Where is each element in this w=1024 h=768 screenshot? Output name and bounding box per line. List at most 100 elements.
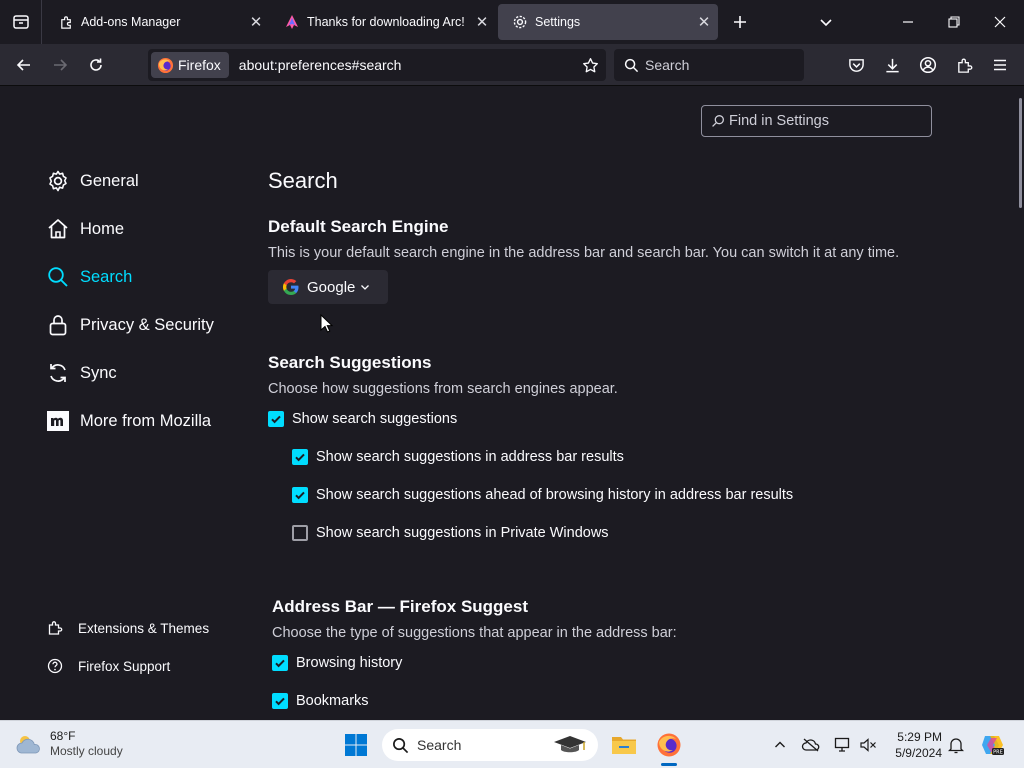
default-engine-dropdown[interactable]: Google <box>268 270 388 304</box>
firefox-support-link[interactable]: Firefox Support <box>46 654 170 678</box>
pocket-button[interactable] <box>840 49 872 81</box>
search-icon <box>711 114 725 128</box>
system-clock[interactable]: 5:29 PM 5/9/2024 <box>888 729 942 761</box>
tab-title: Settings <box>535 15 581 29</box>
onedrive-tray-icon[interactable] <box>801 735 821 755</box>
start-button[interactable] <box>338 727 374 763</box>
close-tab-icon[interactable]: ✕ <box>690 8 718 36</box>
category-more-from-mozilla[interactable]: More from Mozilla <box>46 401 211 441</box>
checkbox-unchecked-icon[interactable] <box>292 525 308 541</box>
minimize-button[interactable] <box>890 4 926 40</box>
address-bar[interactable]: Firefox about:preferences#search <box>148 49 606 81</box>
home-icon <box>46 217 70 241</box>
weather-widget[interactable]: 68°F Mostly cloudy <box>14 729 123 759</box>
extensions-themes-link[interactable]: Extensions & Themes <box>46 616 209 640</box>
category-label: Home <box>80 219 125 238</box>
app-menu-button[interactable] <box>984 49 1016 81</box>
firefox-logo-icon <box>157 57 174 73</box>
mouse-cursor-icon <box>320 314 334 333</box>
checkbox-checked-icon[interactable] <box>292 487 308 503</box>
checkbox-label: Show search suggestions <box>292 411 458 427</box>
speaker-muted-icon <box>860 738 876 752</box>
firefox-logo-icon <box>657 733 681 757</box>
puzzle-icon <box>957 58 972 73</box>
help-icon <box>46 657 64 675</box>
firefox-view-button[interactable] <box>0 0 42 44</box>
category-search[interactable]: Search <box>46 257 132 297</box>
url-text[interactable]: about:preferences#search <box>239 57 574 73</box>
browsing-history-checkbox[interactable]: Browsing history <box>272 655 402 671</box>
identity-box[interactable]: Firefox <box>151 52 229 78</box>
back-arrow-icon <box>16 59 30 71</box>
taskbar-search-box[interactable]: Search <box>382 729 598 761</box>
checkbox-label: Browsing history <box>296 655 403 671</box>
volume-tray-icon[interactable] <box>858 735 878 755</box>
restore-button[interactable] <box>936 4 972 40</box>
network-tray-icon[interactable] <box>833 735 853 755</box>
forward-button[interactable] <box>44 49 76 81</box>
suggestions-private-windows-checkbox[interactable]: Show search suggestions in Private Windo… <box>292 525 609 541</box>
windows-logo-icon <box>345 734 367 756</box>
lock-icon <box>46 313 70 337</box>
new-tab-button[interactable] <box>722 4 758 40</box>
page-title: Search <box>268 168 338 193</box>
checkbox-checked-icon[interactable] <box>268 411 284 427</box>
forward-arrow-icon <box>54 59 68 71</box>
checkbox-checked-icon[interactable] <box>292 449 308 465</box>
checkbox-label: Show search suggestions in Private Windo… <box>316 525 609 541</box>
notifications-button[interactable] <box>946 735 966 755</box>
find-in-settings-input[interactable] <box>729 113 919 129</box>
copilot-icon: PRE <box>982 736 1004 756</box>
tab-arc-download[interactable]: Thanks for downloading Arc! ✕ <box>270 4 496 40</box>
checkbox-checked-icon[interactable] <box>272 655 288 671</box>
copilot-button[interactable]: PRE <box>974 727 1010 763</box>
taskbar-search-label: Search <box>417 737 462 753</box>
category-label: General <box>80 171 139 190</box>
svg-text:PRE: PRE <box>993 750 1003 756</box>
minimize-icon <box>903 21 913 23</box>
tab-title: Add-ons Manager <box>81 15 181 29</box>
download-icon <box>885 58 899 72</box>
identity-label: Firefox <box>178 57 221 73</box>
tab-addons-manager[interactable]: Add-ons Manager ✕ <box>44 4 270 40</box>
file-explorer-button[interactable] <box>606 727 642 763</box>
category-home[interactable]: Home <box>46 209 124 249</box>
category-label: Search <box>80 267 133 286</box>
downloads-button[interactable] <box>876 49 908 81</box>
footer-label: Firefox Support <box>78 658 171 674</box>
firefox-taskbar-button[interactable] <box>651 727 687 763</box>
back-button[interactable] <box>8 49 40 81</box>
puzzle-icon <box>46 619 64 637</box>
bookmark-star-icon[interactable] <box>574 57 606 74</box>
close-window-button[interactable] <box>982 4 1018 40</box>
extensions-button[interactable] <box>948 49 980 81</box>
scrollbar[interactable] <box>1019 98 1022 208</box>
bookmarks-checkbox[interactable]: Bookmarks <box>272 693 369 709</box>
suggestions-ahead-history-checkbox[interactable]: Show search suggestions ahead of browsin… <box>292 487 793 503</box>
weather-temperature: 68°F <box>50 729 76 743</box>
category-sync[interactable]: Sync <box>46 353 117 393</box>
checkbox-checked-icon[interactable] <box>272 693 288 709</box>
account-button[interactable] <box>912 49 944 81</box>
taskbar: 68°F Mostly cloudy Search 5:29 PM 5/9/20… <box>0 720 1024 768</box>
search-bar[interactable]: Search <box>614 49 804 81</box>
category-general[interactable]: General <box>46 161 139 201</box>
folder-icon <box>612 737 636 754</box>
category-privacy-security[interactable]: Privacy & Security <box>46 305 214 345</box>
cloud-offline-icon <box>801 738 820 752</box>
suggestions-address-bar-checkbox[interactable]: Show search suggestions in address bar r… <box>292 449 624 465</box>
weather-description: Mostly cloudy <box>50 744 123 758</box>
puzzle-icon <box>58 14 74 30</box>
show-search-suggestions-checkbox[interactable]: Show search suggestions <box>268 411 457 427</box>
sync-icon <box>46 361 70 385</box>
search-suggestions-description: Choose how suggestions from search engin… <box>268 381 618 397</box>
close-tab-icon[interactable]: ✕ <box>242 8 270 36</box>
show-hidden-icons-button[interactable] <box>770 735 790 755</box>
list-all-tabs-button[interactable] <box>808 4 844 40</box>
reload-button[interactable] <box>80 49 112 81</box>
tab-settings[interactable]: Settings ✕ <box>498 4 718 40</box>
close-tab-icon[interactable]: ✕ <box>468 8 496 36</box>
find-in-settings-box[interactable] <box>701 105 932 137</box>
search-suggestions-heading: Search Suggestions <box>268 353 432 372</box>
category-label: Privacy & Security <box>80 315 214 334</box>
